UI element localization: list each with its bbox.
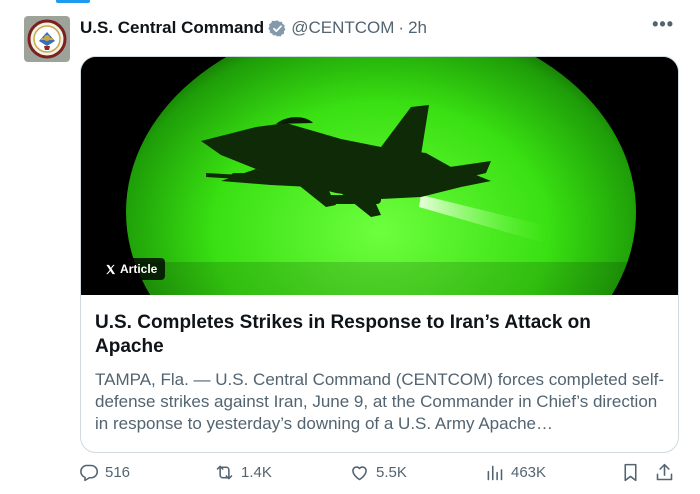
avatar[interactable]	[24, 16, 70, 62]
article-card[interactable]: U.S. Completes Strikes in Response to Ir…	[80, 56, 679, 453]
night-vision-jet-image	[81, 57, 678, 295]
handle[interactable]: @CENTCOM	[291, 18, 394, 38]
article-image[interactable]	[81, 57, 678, 295]
bookmark-button[interactable]	[620, 462, 641, 483]
action-bar: 516 1.4K 5.5K 463K	[78, 458, 678, 486]
reply-count: 516	[105, 463, 131, 481]
tweet-header: U.S. Central Command @CENTCOM · 2h	[80, 17, 680, 39]
repost-count: 1.4K	[241, 463, 272, 481]
article-badge: Article	[97, 258, 166, 280]
x-logo-icon	[106, 264, 116, 274]
like-count: 5.5K	[376, 463, 407, 481]
like-button[interactable]: 5.5K	[349, 462, 407, 483]
view-count: 463K	[511, 463, 547, 481]
article-badge-label: Article	[120, 262, 158, 276]
repost-icon	[216, 465, 233, 479]
display-name[interactable]: U.S. Central Command	[80, 18, 264, 38]
reply-button[interactable]: 516	[78, 462, 130, 483]
article-body: U.S. Completes Strikes in Response to Ir…	[81, 295, 678, 435]
bookmark-icon	[624, 463, 637, 481]
article-title[interactable]: U.S. Completes Strikes in Response to Ir…	[95, 311, 664, 359]
verified-badge-icon[interactable]	[268, 19, 287, 38]
views-button[interactable]: 463K	[484, 462, 546, 483]
heart-icon	[352, 465, 367, 480]
repost-button[interactable]: 1.4K	[214, 462, 272, 483]
more-options-button[interactable]: •••	[652, 14, 674, 35]
timestamp[interactable]: 2h	[408, 18, 427, 38]
separator-dot: ·	[398, 18, 405, 37]
tweet: U.S. Central Command @CENTCOM · 2h ••• U…	[0, 0, 700, 494]
centcom-seal-icon	[27, 19, 67, 59]
reply-icon	[80, 464, 99, 481]
share-icon	[656, 463, 673, 480]
share-button[interactable]	[654, 462, 675, 483]
bar-chart-icon	[487, 465, 503, 480]
top-accent-bar	[56, 0, 90, 3]
article-snippet: TAMPA, Fla. — U.S. Central Command (CENT…	[95, 370, 664, 433]
